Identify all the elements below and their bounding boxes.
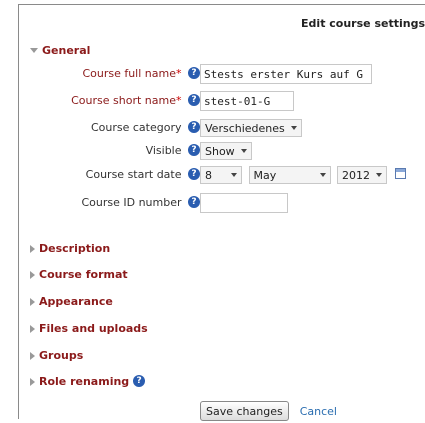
- section-general-label: General: [42, 44, 91, 57]
- shortname-input[interactable]: [200, 91, 294, 111]
- fullname-label: Course full name* ?: [82, 63, 200, 85]
- shortname-label: Course short name* ?: [71, 90, 200, 112]
- section-role-renaming[interactable]: Role renaming ?: [30, 373, 146, 391]
- chevron-down-icon: [231, 173, 237, 177]
- startdate-label: Course start date ?: [86, 164, 200, 186]
- help-icon[interactable]: ?: [188, 94, 200, 106]
- idnumber-label: Course ID number ?: [81, 192, 200, 214]
- category-select[interactable]: Verschiedenes: [200, 119, 302, 137]
- page-title: Edit course settings: [301, 17, 425, 30]
- idnumber-input[interactable]: [200, 193, 288, 213]
- row-startdate: Course start date ? 8 May 2012: [19, 164, 425, 186]
- help-icon[interactable]: ?: [188, 144, 200, 156]
- calendar-icon[interactable]: [394, 168, 406, 179]
- collapse-icon: [30, 48, 38, 53]
- help-icon[interactable]: ?: [188, 168, 200, 180]
- category-label: Course category ?: [91, 117, 200, 139]
- form-actions: Save changes Cancel: [200, 401, 337, 421]
- help-icon[interactable]: ?: [188, 67, 200, 79]
- form-frame: Edit course settings General Course full…: [18, 4, 425, 421]
- fullname-input[interactable]: [200, 64, 372, 84]
- chevron-down-icon: [376, 173, 382, 177]
- help-icon[interactable]: ?: [188, 121, 200, 133]
- section-groups[interactable]: Groups: [30, 347, 83, 365]
- chevron-down-icon: [290, 126, 297, 130]
- expand-icon: [30, 378, 35, 386]
- cancel-link[interactable]: Cancel: [300, 405, 337, 418]
- help-icon[interactable]: ?: [133, 375, 146, 387]
- visible-label: Visible ?: [146, 140, 200, 162]
- section-appearance[interactable]: Appearance: [30, 293, 113, 311]
- row-shortname: Course short name* ?: [19, 90, 425, 112]
- startdate-year-select[interactable]: 2012: [337, 166, 387, 184]
- row-idnumber: Course ID number ?: [19, 192, 425, 214]
- expand-icon: [30, 245, 35, 253]
- row-category: Course category ? Verschiedenes: [19, 117, 425, 139]
- row-fullname: Course full name* ?: [19, 63, 425, 85]
- expand-icon: [30, 271, 35, 279]
- section-course-format[interactable]: Course format: [30, 266, 128, 284]
- expand-icon: [30, 325, 35, 333]
- section-description[interactable]: Description: [30, 240, 110, 258]
- section-files-uploads[interactable]: Files and uploads: [30, 320, 148, 338]
- startdate-day-select[interactable]: 8: [200, 166, 242, 184]
- visible-select[interactable]: Show: [200, 142, 252, 160]
- expand-icon: [30, 352, 35, 360]
- chevron-down-icon: [319, 173, 326, 177]
- save-changes-button[interactable]: Save changes: [200, 401, 289, 421]
- expand-icon: [30, 298, 35, 306]
- row-visible: Visible ? Show: [19, 140, 425, 162]
- help-icon[interactable]: ?: [188, 196, 200, 208]
- startdate-month-select[interactable]: May: [248, 166, 331, 184]
- section-general[interactable]: General: [30, 44, 90, 57]
- chevron-down-icon: [240, 149, 247, 153]
